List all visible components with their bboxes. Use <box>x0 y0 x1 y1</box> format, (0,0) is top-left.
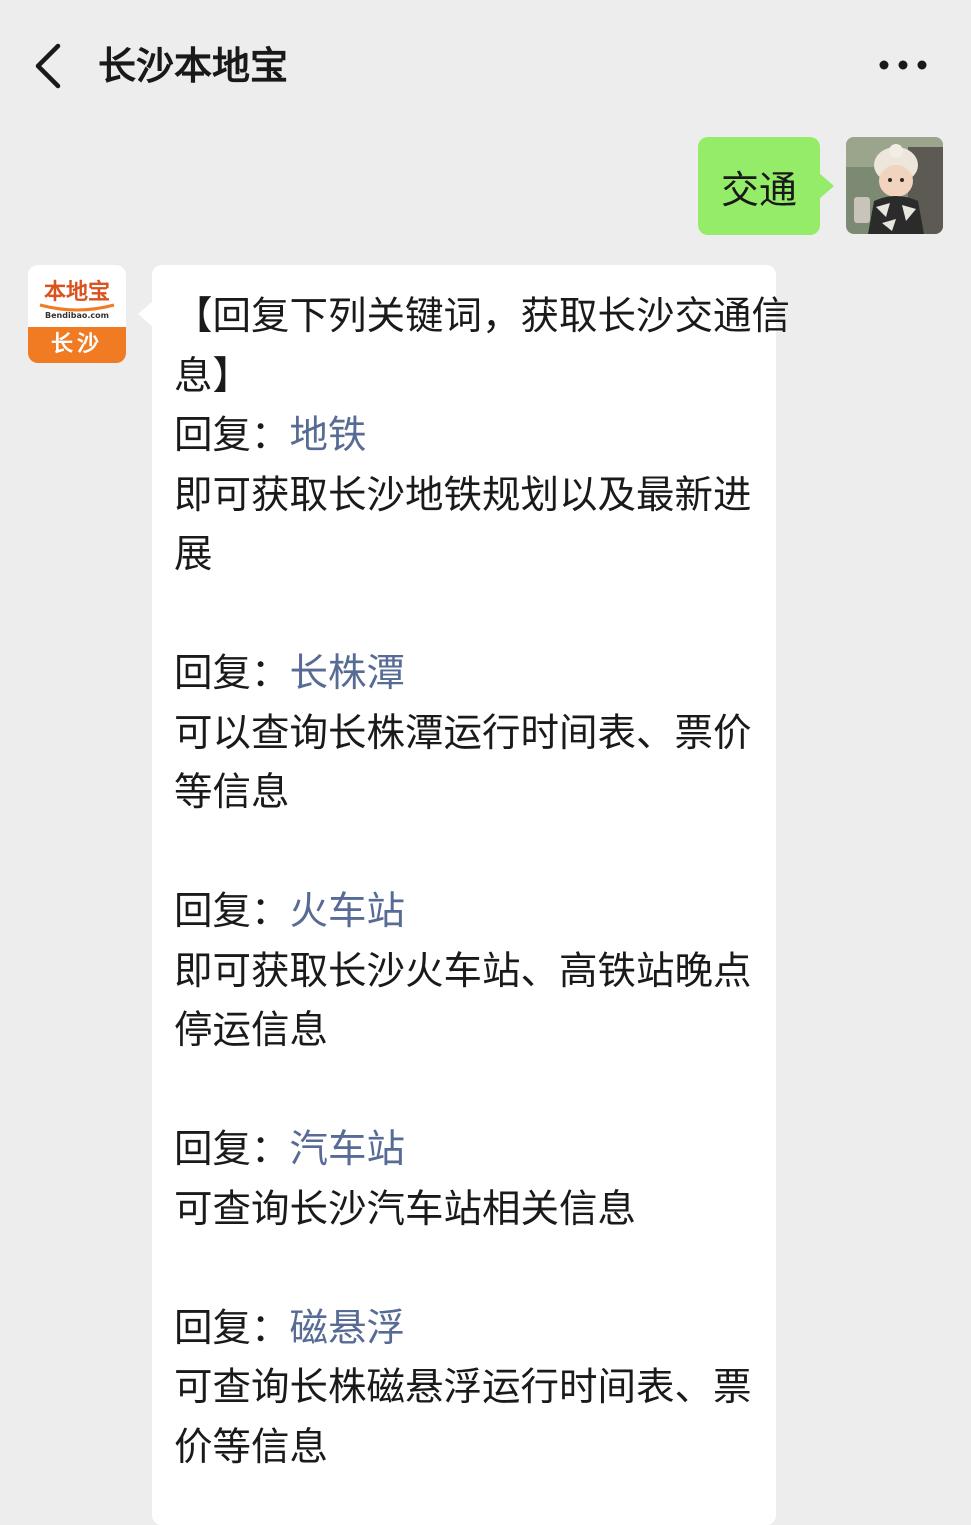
user-message-row: 交通 <box>698 137 943 235</box>
keyword-link-train-station[interactable]: 火车站 <box>290 889 406 934</box>
reply-keyword-line: 回复：长株潭 <box>174 644 754 704</box>
bot-message-bubble: 【回复下列关键词，获取长沙交通信 息】 回复：地铁 即可获取长沙地铁规划以及最新… <box>138 265 791 1525</box>
reply-prefix: 回复： <box>174 651 290 696</box>
keyword-description: 展 <box>174 532 213 577</box>
bot-avatar-city: 长沙 <box>50 332 103 357</box>
bot-avatar-site: Bendibao.com <box>45 311 109 320</box>
chat-title: 长沙本地宝 <box>98 44 289 88</box>
reply-prefix: 回复： <box>174 1305 290 1351</box>
reply-prefix: 回复： <box>174 1127 290 1172</box>
bot-avatar[interactable]: 本地宝 Bendibao.com 长沙 <box>28 265 126 363</box>
reply-keyword-line: 回复：地铁 <box>174 406 754 466</box>
keyword-link-bus-station[interactable]: 汽车站 <box>290 1127 406 1172</box>
keyword-description: 即可获取长沙火车站、高铁站晚点 <box>174 948 752 994</box>
keyword-description: 可以查询长株潭运行时间表、票价 <box>174 710 752 756</box>
reply-prefix: 回复： <box>174 413 290 458</box>
keyword-link-maglev[interactable]: 磁悬浮 <box>290 1306 406 1351</box>
top-bar: 长沙本地宝 <box>0 0 971 130</box>
intro-line: 【回复下列关键词，获取长沙交通信 <box>174 294 791 339</box>
reply-keyword-line: 回复：火车站 <box>174 882 754 942</box>
more-button[interactable] <box>872 50 934 80</box>
user-message-bubble[interactable]: 交通 <box>698 137 834 235</box>
keyword-description: 停运信息 <box>174 1008 329 1053</box>
reply-prefix: 回复： <box>174 889 290 934</box>
keyword-link-cztx[interactable]: 长株潭 <box>290 651 406 696</box>
back-button[interactable] <box>28 36 72 96</box>
bot-avatar-brand: 本地宝 <box>43 279 110 305</box>
chevron-left-icon <box>35 43 61 89</box>
child-photo-icon <box>846 137 943 234</box>
keyword-description: 可查询长沙汽车站相关信息 <box>174 1186 637 1232</box>
intro-line: 息】 <box>174 353 252 399</box>
reply-keyword-line: 回复：汽车站 <box>174 1120 754 1180</box>
keyword-link-subway[interactable]: 地铁 <box>290 413 367 458</box>
more-dots-icon <box>879 60 927 70</box>
keyword-description: 即可获取长沙地铁规划以及最新进 <box>174 472 752 518</box>
bot-message-row: 本地宝 Bendibao.com 长沙 【回复下列关键词，获取长沙交通信 息】 … <box>28 265 791 1525</box>
keyword-description: 可查询长株磁悬浮运行时间表、票 <box>174 1365 752 1410</box>
reply-keyword-line: 回复：磁悬浮 <box>174 1299 754 1359</box>
keyword-description: 等信息 <box>174 770 290 815</box>
keyword-description: 价等信息 <box>174 1424 329 1470</box>
user-avatar[interactable] <box>846 137 943 234</box>
user-message-text: 交通 <box>720 167 797 212</box>
